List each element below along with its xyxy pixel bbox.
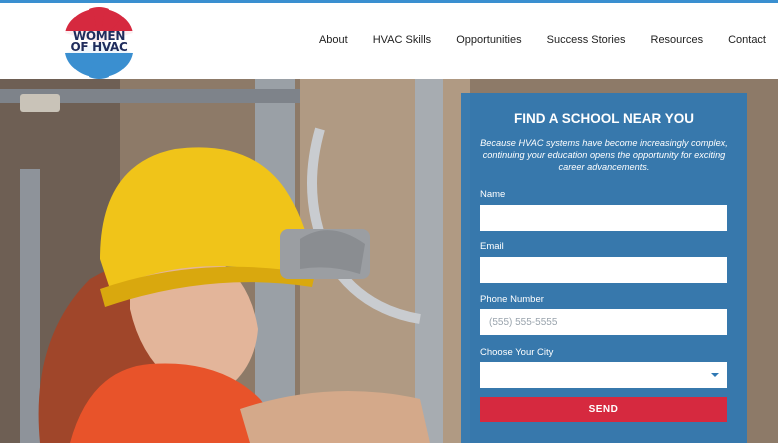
form-title: FIND A SCHOOL NEAR YOU xyxy=(513,111,694,126)
name-field[interactable] xyxy=(480,205,727,231)
nav-resources[interactable]: Resources xyxy=(651,34,704,46)
phone-label: Phone Number xyxy=(480,294,544,305)
email-label: Email xyxy=(480,241,504,252)
nav-opportunities[interactable]: Opportunities xyxy=(456,34,521,46)
logo-text-line2: OF HVAC xyxy=(60,41,138,53)
email-field[interactable] xyxy=(480,257,727,283)
main-nav: About HVAC Skills Opportunities Success … xyxy=(294,34,766,46)
phone-field[interactable] xyxy=(480,309,727,335)
nav-about[interactable]: About xyxy=(319,34,348,46)
site-header: WOMEN OF HVAC About HVAC Skills Opportun… xyxy=(0,3,778,79)
form-description: Because HVAC systems have become increas… xyxy=(480,138,728,172)
nav-contact[interactable]: Contact xyxy=(728,34,766,46)
name-label: Name xyxy=(480,189,506,200)
city-label: Choose Your City xyxy=(480,347,554,358)
chevron-down-icon xyxy=(711,373,719,377)
find-school-form: FIND A SCHOOL NEAR YOU Because HVAC syst… xyxy=(461,93,747,443)
nav-hvac-skills[interactable]: HVAC Skills xyxy=(373,34,431,46)
nav-success-stories[interactable]: Success Stories xyxy=(547,34,626,46)
site-logo[interactable]: WOMEN OF HVAC xyxy=(60,7,138,79)
send-button[interactable]: SEND xyxy=(480,397,727,422)
city-select[interactable] xyxy=(480,362,727,388)
